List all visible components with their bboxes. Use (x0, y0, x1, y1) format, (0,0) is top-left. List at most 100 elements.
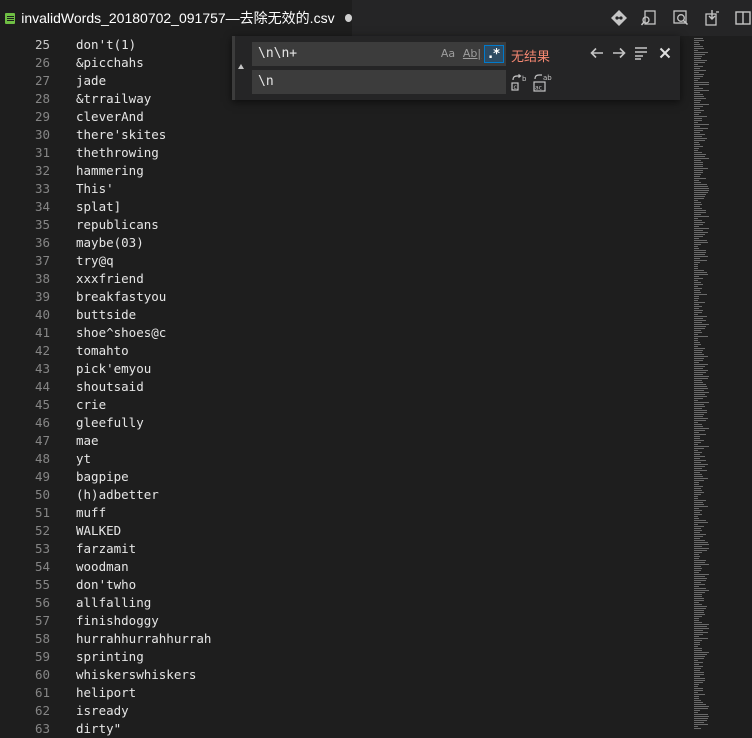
replace-icon[interactable]: bc (509, 73, 529, 93)
import-icon[interactable] (703, 9, 721, 27)
line-text[interactable]: dirty" (76, 720, 121, 738)
editor-line[interactable]: 37 try@q (0, 252, 690, 270)
line-text[interactable]: shoe^shoes@c (76, 324, 166, 342)
line-text[interactable]: heliport (76, 684, 136, 702)
line-text[interactable]: bagpipe (76, 468, 129, 486)
line-text[interactable]: woodman (76, 558, 129, 576)
editor-line[interactable]: 31 thethrowing (0, 144, 690, 162)
arrow-right-icon[interactable] (610, 44, 628, 62)
line-text[interactable]: shoutsaid (76, 378, 144, 396)
line-text[interactable]: don't(1) (76, 36, 136, 54)
line-text[interactable]: finishdoggy (76, 612, 159, 630)
line-text[interactable]: breakfastyou (76, 288, 166, 306)
editor-line[interactable]: 48 yt (0, 450, 690, 468)
line-text[interactable]: muff (76, 504, 106, 522)
match-case-toggle[interactable]: Aa (438, 45, 458, 63)
editor-line[interactable]: 38 xxxfriend (0, 270, 690, 288)
line-text[interactable]: xxxfriend (76, 270, 144, 288)
line-text[interactable]: hammering (76, 162, 144, 180)
editor-line[interactable]: 49 bagpipe (0, 468, 690, 486)
line-text[interactable]: cleverAnd (76, 108, 144, 126)
editor-line[interactable]: 32 hammering (0, 162, 690, 180)
editor-line[interactable]: 33 This' (0, 180, 690, 198)
find-in-selection-icon[interactable] (632, 44, 650, 62)
line-text[interactable]: republicans (76, 216, 159, 234)
editor-line[interactable]: 57 finishdoggy (0, 612, 690, 630)
editor-line[interactable]: 50 (h)adbetter (0, 486, 690, 504)
editor-line[interactable]: 41 shoe^shoes@c (0, 324, 690, 342)
editor-line[interactable]: 59 sprinting (0, 648, 690, 666)
editor-line[interactable]: 40 buttside (0, 306, 690, 324)
line-text[interactable]: jade (76, 72, 106, 90)
editor-line[interactable]: 47 mae (0, 432, 690, 450)
arrow-left-icon[interactable] (588, 44, 606, 62)
open-preview-icon[interactable] (640, 9, 658, 27)
editor-line[interactable]: 29 cleverAnd (0, 108, 690, 126)
editor-line[interactable]: 35 republicans (0, 216, 690, 234)
line-text[interactable]: isready (76, 702, 129, 720)
editor-line[interactable]: 56 allfalling (0, 594, 690, 612)
line-text[interactable]: tomahto (76, 342, 129, 360)
line-text[interactable]: gleefully (76, 414, 144, 432)
editor-line[interactable]: 60 whiskerswhiskers (0, 666, 690, 684)
line-text[interactable]: This' (76, 180, 114, 198)
editor-line[interactable]: 30 there'skites (0, 126, 690, 144)
minimap[interactable] (690, 36, 748, 732)
editor-line[interactable]: 43 pick'emyou (0, 360, 690, 378)
editor-tab[interactable]: invalidWords_20180702_091757—去除无效的.csv (0, 0, 352, 36)
editor-line[interactable]: 61 heliport (0, 684, 690, 702)
line-text[interactable]: try@q (76, 252, 114, 270)
minimap-line (694, 300, 698, 301)
line-text[interactable]: maybe(03) (76, 234, 144, 252)
search-preview-icon[interactable] (672, 9, 690, 27)
editor-line[interactable]: 58 hurrahhurrahhurrah (0, 630, 690, 648)
minimap-line (694, 602, 699, 603)
minimap-line (694, 582, 701, 583)
line-text[interactable]: there'skites (76, 126, 166, 144)
git-compare-icon[interactable] (610, 9, 628, 27)
line-text[interactable]: WALKED (76, 522, 121, 540)
replace-all-icon[interactable]: ab ac (532, 73, 552, 93)
line-text[interactable]: splat] (76, 198, 121, 216)
line-text[interactable]: pick'emyou (76, 360, 151, 378)
close-icon[interactable] (656, 44, 674, 62)
line-text[interactable]: whiskerswhiskers (76, 666, 196, 684)
line-text[interactable]: mae (76, 432, 99, 450)
editor-line[interactable]: 52 WALKED (0, 522, 690, 540)
use-regex-toggle[interactable]: .* (484, 45, 504, 63)
line-text[interactable]: crie (76, 396, 106, 414)
editor-line[interactable]: 36 maybe(03) (0, 234, 690, 252)
minimap-line (694, 490, 702, 491)
line-text[interactable]: sprinting (76, 648, 144, 666)
editor-line[interactable]: 42 tomahto (0, 342, 690, 360)
line-text[interactable]: allfalling (76, 594, 151, 612)
minimap-line (694, 350, 703, 351)
editor-line[interactable]: 54 woodman (0, 558, 690, 576)
line-text[interactable]: buttside (76, 306, 136, 324)
editor-line[interactable]: 55 don'twho (0, 576, 690, 594)
line-text[interactable]: farzamit (76, 540, 136, 558)
line-text[interactable]: don'twho (76, 576, 136, 594)
editor-line[interactable]: 62 isready (0, 702, 690, 720)
minimap-line (694, 254, 705, 255)
unsaved-dot-icon[interactable] (344, 14, 352, 22)
editor-line[interactable]: 51 muff (0, 504, 690, 522)
line-text[interactable]: &picchahs (76, 54, 144, 72)
replace-input[interactable]: \n (252, 70, 506, 94)
split-editor-icon[interactable] (734, 9, 752, 27)
editor-line[interactable]: 39 breakfastyou (0, 288, 690, 306)
line-text[interactable]: &trrailway (76, 90, 151, 108)
line-text[interactable]: thethrowing (76, 144, 159, 162)
line-text[interactable]: hurrahhurrahhurrah (76, 630, 211, 648)
editor-line[interactable]: 45 crie (0, 396, 690, 414)
editor-line[interactable]: 53 farzamit (0, 540, 690, 558)
editor-line[interactable]: 44 shoutsaid (0, 378, 690, 396)
match-whole-word-toggle[interactable]: Ab| (462, 45, 482, 63)
editor-line[interactable]: 63 dirty" (0, 720, 690, 738)
line-text[interactable]: (h)adbetter (76, 486, 159, 504)
editor-text-area[interactable]: 25 don't(1) 26 &picchahs 27 jade 28 &trrailway 2… (0, 36, 752, 736)
editor-line[interactable]: 34 splat] (0, 198, 690, 216)
line-number: 42 (34, 343, 50, 358)
editor-line[interactable]: 46 gleefully (0, 414, 690, 432)
line-text[interactable]: yt (76, 450, 91, 468)
